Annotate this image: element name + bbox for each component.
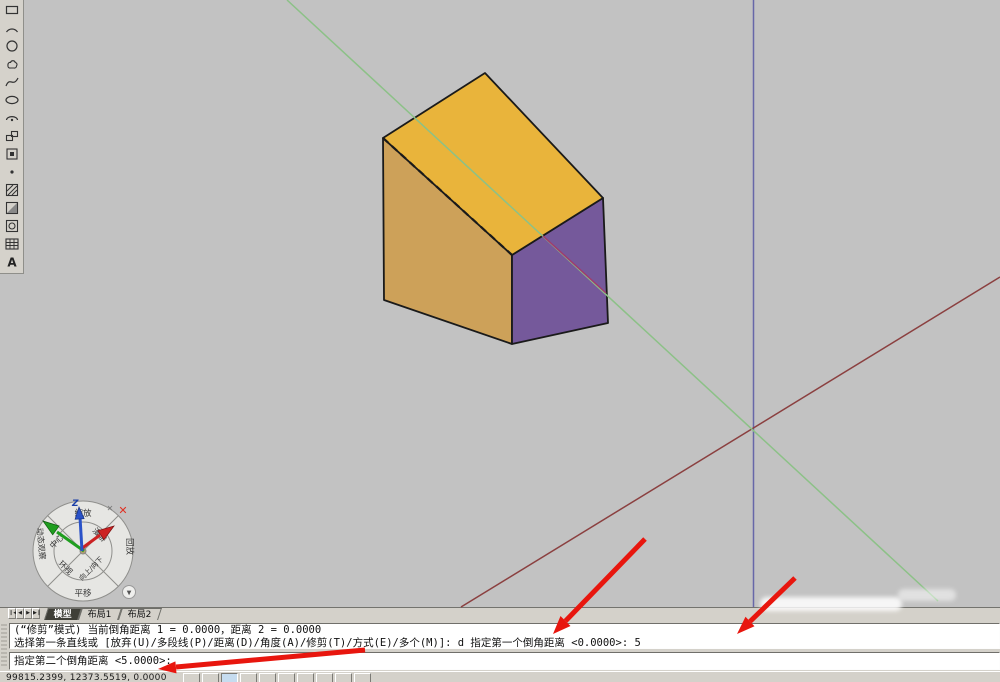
multiline-text-icon: A [4,254,20,270]
circle-button[interactable] [2,37,22,55]
insert-block-icon [4,128,20,144]
revision-cloud-icon [4,56,20,72]
gradient-icon [4,200,20,216]
draw-toolbar: A [0,0,24,274]
ellipse-button[interactable] [2,91,22,109]
model-space-canvas[interactable] [0,0,1000,607]
prev-tab-button[interactable]: ◀ [16,608,24,619]
multiline-text-button[interactable]: A [2,253,22,271]
ellipse-arc-button[interactable] [2,109,22,127]
command-prompt-text: 指定第二个倒角距离 <5.0000>: [14,655,172,667]
tab-layout1[interactable]: 布局1 [78,608,122,620]
point-icon [4,164,20,180]
ortho-toggle-button[interactable] [221,673,238,682]
circle-icon [4,38,20,54]
lwt-toggle-button[interactable] [335,673,352,682]
grid-toggle-button[interactable] [202,673,219,682]
arc-icon [4,20,20,36]
autocad-window: A 缩放 平移 回放 [0,0,1000,682]
command-history: (“修剪”模式) 当前倒角距离 1 = 0.0000，距离 2 = 0.0000… [9,623,1000,649]
tab-nav-buttons: ❙◀ ◀ ▶ ▶❙ [8,608,40,619]
command-input-line[interactable]: 指定第二个倒角距离 <5.0000>: [9,652,1000,670]
first-tab-button[interactable]: ❙◀ [8,608,16,619]
table-button[interactable] [2,235,22,253]
spline-button[interactable] [2,73,22,91]
coordinate-readout: 99815.2399, 12373.5519, 0.0000 [6,673,167,682]
command-window: (“修剪”模式) 当前倒角距离 1 = 0.0000，距离 2 = 0.0000… [0,620,1000,671]
table-icon [4,236,20,252]
make-block-button[interactable] [2,145,22,163]
rectangle-icon [4,2,20,18]
model-toggle-button[interactable] [354,673,371,682]
revision-cloud-button[interactable] [2,55,22,73]
command-history-line: (“修剪”模式) 当前倒角距离 1 = 0.0000，距离 2 = 0.0000 [14,624,999,637]
command-window-grip[interactable] [1,624,7,668]
status-toggle-buttons [183,673,371,682]
polar-toggle-button[interactable] [240,673,257,682]
rectangle-button[interactable] [2,1,22,19]
region-button[interactable] [2,217,22,235]
hatch-icon [4,182,20,198]
hatch-button[interactable] [2,181,22,199]
next-tab-button[interactable]: ▶ [24,608,32,619]
last-tab-button[interactable]: ▶❙ [32,608,40,619]
make-block-icon [4,146,20,162]
command-history-line: 选择第一条直线或 [放弃(U)/多段线(P)/距离(D)/角度(A)/修剪(T)… [14,637,999,650]
ellipse-arc-icon [4,110,20,126]
layout-tab-bar: ❙◀ ◀ ▶ ▶❙ 模型 布局1 布局2 [0,607,1000,620]
point-button[interactable] [2,163,22,181]
ducs-toggle-button[interactable] [297,673,314,682]
spline-icon [4,74,20,90]
region-icon [4,218,20,234]
osnap-toggle-button[interactable] [259,673,276,682]
dyn-toggle-button[interactable] [316,673,333,682]
ellipse-icon [4,92,20,108]
svg-text:A: A [7,256,17,270]
snap-toggle-button[interactable] [183,673,200,682]
otrack-toggle-button[interactable] [278,673,295,682]
insert-block-button[interactable] [2,127,22,145]
tab-layout2[interactable]: 布局2 [118,608,162,620]
tab-model[interactable]: 模型 [44,608,82,620]
status-bar: 99815.2399, 12373.5519, 0.0000 [0,671,1000,682]
gradient-button[interactable] [2,199,22,217]
arc-button[interactable] [2,19,22,37]
